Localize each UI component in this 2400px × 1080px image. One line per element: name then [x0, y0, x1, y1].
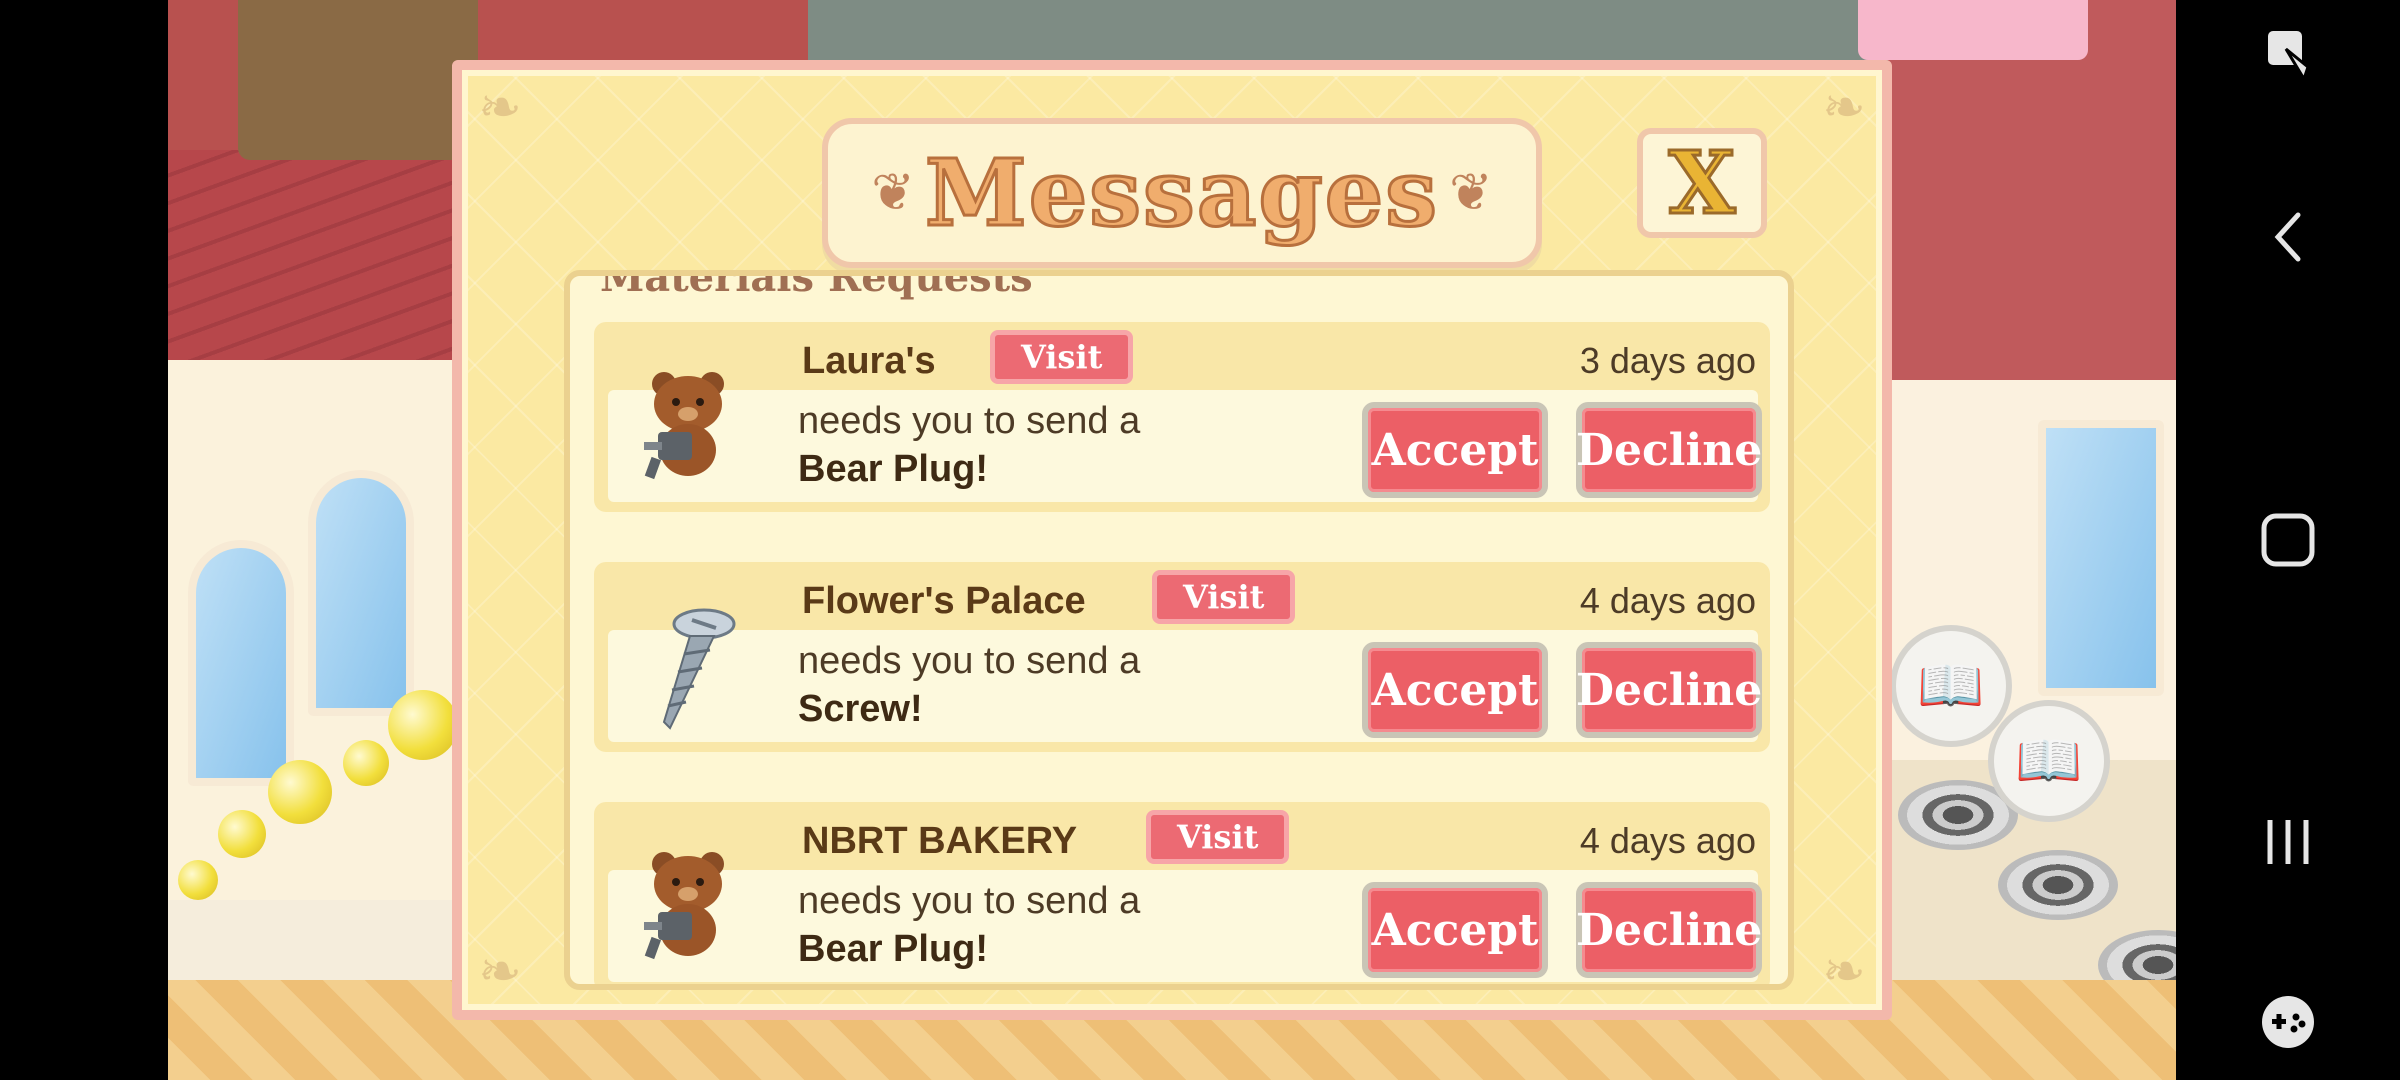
visit-button[interactable]: Visit: [1146, 810, 1290, 864]
visit-button[interactable]: Visit: [1152, 570, 1296, 624]
requested-item: Bear Plug!: [798, 448, 989, 490]
decline-button[interactable]: Decline: [1576, 642, 1762, 738]
corner-ornament: ❧: [1822, 78, 1866, 138]
decline-button[interactable]: Decline: [1576, 402, 1762, 498]
recipe-book-icon[interactable]: 📖: [1988, 700, 2110, 822]
visit-button[interactable]: Visit: [990, 330, 1134, 384]
decline-button[interactable]: Decline: [1576, 882, 1762, 978]
message-time: 3 days ago: [1579, 340, 1756, 381]
corner-ornament: ❧: [478, 942, 522, 1002]
recipe-book-icon[interactable]: 📖: [1890, 625, 2012, 747]
window-left-1: [188, 540, 294, 786]
screen-lock-icon[interactable]: [2176, 10, 2400, 100]
stove-burner: [1998, 850, 2118, 920]
dialog-title: Messages: [923, 138, 1440, 249]
request-text: needs you to send a: [798, 400, 1141, 442]
lamp-bulb: [268, 760, 332, 824]
message-item: Flower's Palace Visit 4 days ago needs y…: [594, 562, 1770, 752]
requested-item: Bear Plug!: [798, 928, 989, 970]
flourish-icon: ❦: [871, 163, 915, 223]
message-list[interactable]: Materials Requests Laura's Visit 3 days …: [564, 270, 1794, 990]
lamp-bulb: [218, 810, 266, 858]
message-time: 4 days ago: [1579, 820, 1756, 861]
bakery-name: Flower's Palace: [802, 580, 1086, 622]
messages-dialog: ❧ ❧ ❧ ❧ ❦ Messages ❦ X Materials Request…: [452, 60, 1892, 1020]
lamp-bulb: [178, 860, 218, 900]
close-button[interactable]: X: [1637, 128, 1767, 238]
window-right: [2038, 420, 2164, 696]
recent-apps-icon[interactable]: [2176, 797, 2400, 887]
corner-ornament: ❧: [1822, 942, 1866, 1002]
lamp-bulb: [343, 740, 389, 786]
window-left-2: [308, 470, 414, 716]
message-item: NBRT BAKERY Visit 4 days ago needs you t…: [594, 802, 1770, 984]
bear-plug-icon: [634, 842, 744, 962]
produce-crate: [238, 0, 478, 160]
home-icon[interactable]: [2176, 495, 2400, 585]
bakery-name: NBRT BAKERY: [802, 820, 1078, 862]
accept-button[interactable]: Accept: [1362, 642, 1548, 738]
back-icon[interactable]: [2176, 192, 2400, 282]
bear-plug-icon: [634, 362, 744, 482]
navigation-bar: [2176, 0, 2400, 1080]
requested-item: Screw!: [798, 688, 923, 730]
message-time: 4 days ago: [1579, 580, 1756, 621]
request-text: needs you to send a: [798, 640, 1141, 682]
lamp-bulb: [388, 690, 458, 760]
accept-button[interactable]: Accept: [1362, 882, 1548, 978]
pink-counter: [1858, 0, 2088, 60]
game-controller-icon[interactable]: [2176, 977, 2400, 1067]
title-banner: ❦ Messages ❦: [822, 118, 1542, 268]
accept-button[interactable]: Accept: [1362, 402, 1548, 498]
flourish-icon: ❦: [1449, 163, 1493, 223]
message-item: Laura's Visit 3 days ago needs you to se…: [594, 322, 1770, 512]
screw-icon: [634, 602, 744, 730]
request-text: needs you to send a: [798, 880, 1141, 922]
section-heading: Materials Requests: [600, 270, 1033, 301]
corner-ornament: ❧: [478, 78, 522, 138]
bakery-name: Laura's: [802, 340, 936, 382]
